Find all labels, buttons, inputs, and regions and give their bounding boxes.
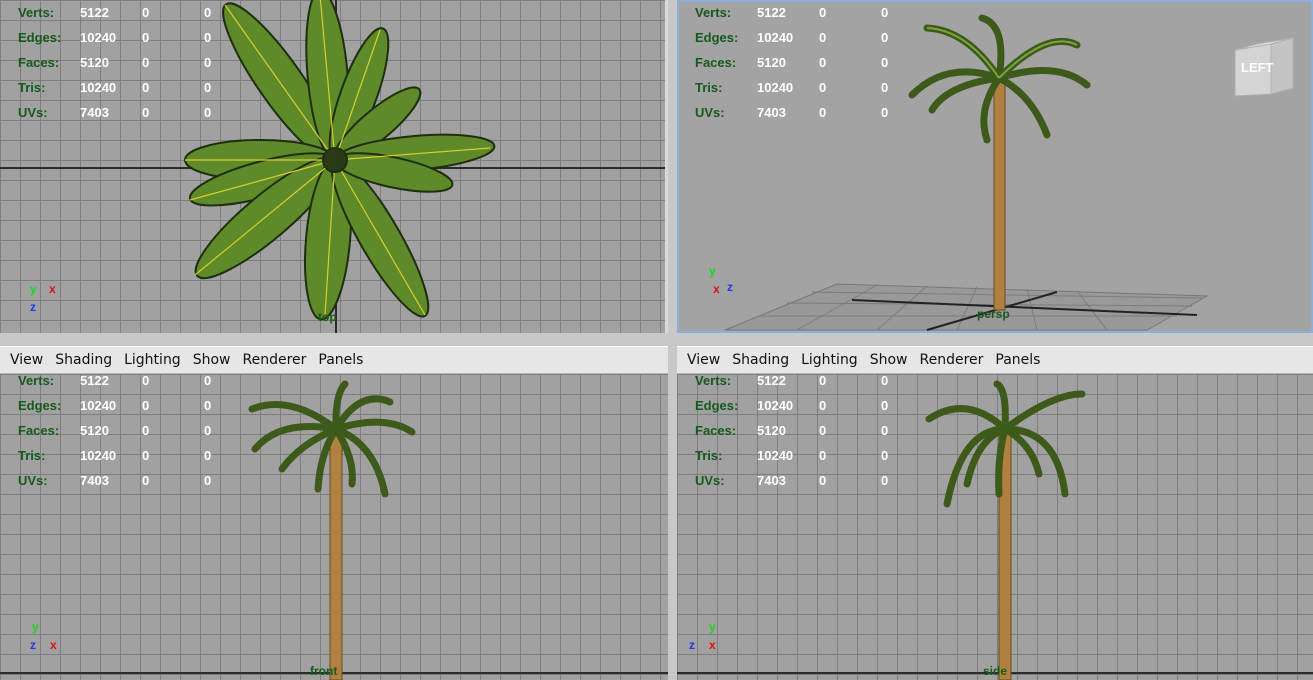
camera-label-top: top	[318, 310, 337, 324]
menu-view[interactable]: View	[687, 352, 720, 368]
camera-label-front: front	[310, 664, 338, 678]
hud-poly-count: Verts: 5122 0 0 Edges: 10240 0 0 Faces: 5120 0 0 …	[18, 374, 212, 488]
menu-renderer[interactable]: Renderer	[919, 352, 983, 368]
viewcube-label: LEFT	[1241, 60, 1274, 75]
viewport-front[interactable]: Verts: 5122 0 0 Edges: 10240 0 0 Faces: 5120 0 0 …	[0, 374, 668, 680]
hud-poly-count: Verts: 5122 0 0 Edges: 10240 0 0 Faces: 5120 0 0 …	[695, 5, 889, 120]
axis-gizmo-icon: y z x	[30, 620, 57, 652]
viewport-top[interactable]: Verts: 5122 0 0 Edges: 10240 0 0 Faces: 5120 0 0 …	[0, 0, 668, 333]
menu-show[interactable]: Show	[193, 352, 231, 368]
menu-shading[interactable]: Shading	[732, 352, 789, 368]
axis-gizmo-icon: y x z	[709, 264, 733, 296]
menu-panels[interactable]: Panels	[318, 352, 363, 368]
menu-panels[interactable]: Panels	[995, 352, 1040, 368]
viewport-side[interactable]: Verts: 5122 0 0 Edges: 10240 0 0 Faces: 5120 0 0 …	[677, 374, 1313, 680]
menu-renderer[interactable]: Renderer	[242, 352, 306, 368]
hud-poly-count: Verts: 5122 0 0 Edges: 10240 0 0 Faces: 5120 0 0 …	[695, 374, 889, 488]
axis-gizmo-icon: y x z	[30, 282, 56, 314]
menu-lighting[interactable]: Lighting	[801, 352, 858, 368]
camera-label-persp: persp	[977, 307, 1010, 321]
menu-lighting[interactable]: Lighting	[124, 352, 181, 368]
menubar-front: View Shading Lighting Show Renderer Pane…	[0, 346, 668, 374]
menubar-side: View Shading Lighting Show Renderer Pane…	[677, 346, 1313, 374]
hud-poly-count: Verts: 5122 0 0 Edges: 10240 0 0 Faces: 5120 0 0 …	[18, 5, 212, 120]
viewport-persp[interactable]: Verts: 5122 0 0 Edges: 10240 0 0 Faces: 5120 0 0 …	[677, 0, 1313, 333]
menu-shading[interactable]: Shading	[55, 352, 112, 368]
menu-view[interactable]: View	[10, 352, 43, 368]
menu-show[interactable]: Show	[870, 352, 908, 368]
camera-label-side: side	[983, 664, 1008, 678]
viewcube-icon[interactable]: LEFT	[1231, 34, 1301, 100]
axis-gizmo-icon: y z x	[689, 620, 716, 652]
